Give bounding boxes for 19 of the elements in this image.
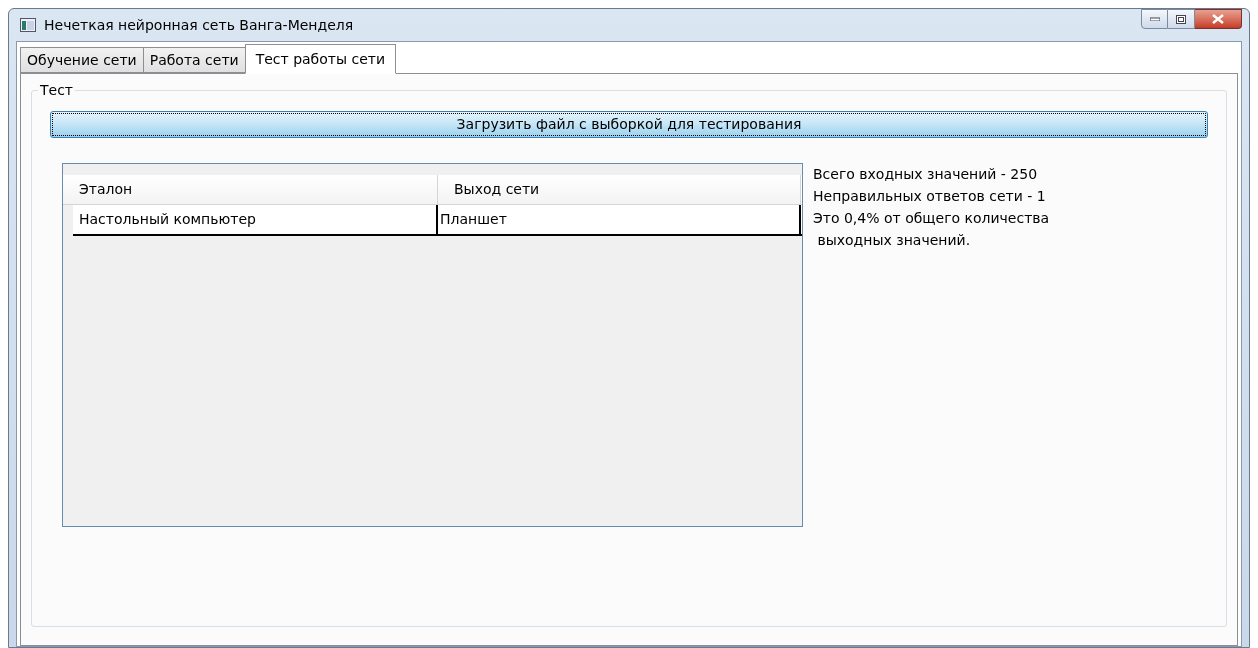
column-header[interactable]: Выход сети — [438, 175, 801, 204]
summary-text: Это 0,4% от общего количества — [813, 209, 1050, 228]
close-button[interactable] — [1195, 9, 1242, 29]
summary-text: Всего входных значений - 250 — [813, 165, 1039, 184]
window-title: Нечеткая нейронная сеть Ванга-Менделя — [44, 15, 354, 35]
table-cell: Настольный компьютер — [73, 205, 438, 234]
column-header[interactable]: Эталон — [63, 175, 438, 204]
tab[interactable]: Тест работы сети — [244, 44, 397, 74]
summary-text: выходных значений. — [816, 231, 972, 250]
maximize-button[interactable] — [1168, 9, 1195, 29]
load-file-button[interactable]: Загрузить файл с выборкой для тестирования — [50, 111, 1208, 138]
maximize-icon — [1176, 14, 1186, 24]
close-icon — [1212, 14, 1224, 24]
tab[interactable]: Работа сети — [142, 47, 246, 73]
summary-text: Неправильных ответов сети - 1 — [813, 187, 1047, 206]
minimize-icon — [1149, 17, 1160, 21]
tab[interactable]: Обучение сети — [20, 47, 144, 73]
app-icon — [20, 18, 36, 32]
table-cell: Планшет — [438, 205, 801, 234]
